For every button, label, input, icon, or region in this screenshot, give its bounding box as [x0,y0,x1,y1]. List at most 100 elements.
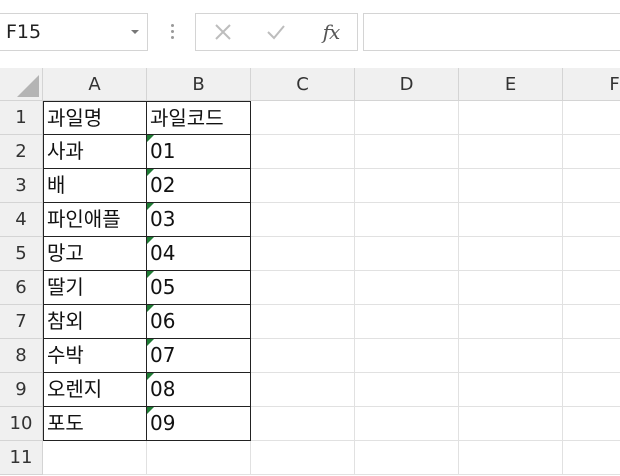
cell-f11[interactable] [563,441,620,475]
row-header-10[interactable]: 10 [0,407,43,441]
cell-a11[interactable] [43,441,147,475]
cell-d8[interactable] [355,339,459,373]
cell-a4[interactable]: 파인애플 [43,203,147,237]
cell-e6[interactable] [459,271,563,305]
cell-value: 09 [150,411,176,435]
cell-f8[interactable] [563,339,620,373]
more-options-icon[interactable] [168,24,176,42]
cell-f3[interactable] [563,169,620,203]
cell-f1[interactable] [563,101,620,135]
cell-d6[interactable] [355,271,459,305]
cell-a8[interactable]: 수박 [43,339,147,373]
cell-e9[interactable] [459,373,563,407]
cell-b8[interactable]: 07 [147,339,251,373]
cell-d4[interactable] [355,203,459,237]
cell-b1[interactable]: 과일코드 [147,101,251,135]
formula-input[interactable] [363,13,620,51]
cell-b3[interactable]: 02 [147,169,251,203]
select-all-button[interactable] [0,68,43,101]
cell-a9[interactable]: 오렌지 [43,373,147,407]
check-icon[interactable] [256,14,296,50]
cell-a2[interactable]: 사과 [43,135,147,169]
cell-d2[interactable] [355,135,459,169]
row-header-4[interactable]: 4 [0,203,43,237]
formula-bar: F15 fx [0,0,620,68]
cell-d5[interactable] [355,237,459,271]
cell-b4[interactable]: 03 [147,203,251,237]
row-header-9[interactable]: 9 [0,373,43,407]
cell-f4[interactable] [563,203,620,237]
cell-f9[interactable] [563,373,620,407]
cell-d1[interactable] [355,101,459,135]
cell-d7[interactable] [355,305,459,339]
cell-b5[interactable]: 04 [147,237,251,271]
cell-e11[interactable] [459,441,563,475]
chevron-down-icon[interactable] [131,30,139,34]
cell-c8[interactable] [251,339,355,373]
cell-e5[interactable] [459,237,563,271]
cell-c3[interactable] [251,169,355,203]
row-header-8[interactable]: 8 [0,339,43,373]
name-box[interactable]: F15 [0,13,148,51]
cell-e2[interactable] [459,135,563,169]
row-header-6[interactable]: 6 [0,271,43,305]
cell-f5[interactable] [563,237,620,271]
spreadsheet-grid: A B C D E F 1 2 3 4 5 6 7 8 9 10 11 과일명 … [0,68,620,476]
cell-f10[interactable] [563,407,620,441]
cell-f2[interactable] [563,135,620,169]
column-header-c[interactable]: C [251,68,355,101]
cell-a5[interactable]: 망고 [43,237,147,271]
cell-f6[interactable] [563,271,620,305]
select-all-icon [17,75,39,97]
cell-e10[interactable] [459,407,563,441]
row-header-1[interactable]: 1 [0,101,43,135]
row-header-5[interactable]: 5 [0,237,43,271]
cell-e7[interactable] [459,305,563,339]
row-header-11[interactable]: 11 [0,441,43,475]
cell-d3[interactable] [355,169,459,203]
row-header-2[interactable]: 2 [0,135,43,169]
cell-a6[interactable]: 딸기 [43,271,147,305]
insert-function-button[interactable]: fx [311,14,351,50]
cell-a1[interactable]: 과일명 [43,101,147,135]
cell-b10[interactable]: 09 [147,407,251,441]
row-header-3[interactable]: 3 [0,169,43,203]
cell-b11[interactable] [147,441,251,475]
column-header-a[interactable]: A [43,68,147,101]
cell-e3[interactable] [459,169,563,203]
cell-b2[interactable]: 01 [147,135,251,169]
column-header-d[interactable]: D [355,68,459,101]
cell-c6[interactable] [251,271,355,305]
cell-value: 06 [150,309,176,333]
error-indicator-icon [147,271,154,278]
cell-b6[interactable]: 05 [147,271,251,305]
cell-d11[interactable] [355,441,459,475]
cell-e1[interactable] [459,101,563,135]
column-header-e[interactable]: E [459,68,563,101]
close-icon[interactable] [203,14,243,50]
cell-c5[interactable] [251,237,355,271]
cell-a7[interactable]: 참외 [43,305,147,339]
cell-c4[interactable] [251,203,355,237]
column-header-f[interactable]: F [563,68,620,101]
row-header-7[interactable]: 7 [0,305,43,339]
cell-c11[interactable] [251,441,355,475]
cell-e8[interactable] [459,339,563,373]
column-header-b[interactable]: B [147,68,251,101]
cell-a10[interactable]: 포도 [43,407,147,441]
cell-value: 08 [150,377,176,401]
cell-b9[interactable]: 08 [147,373,251,407]
cell-c10[interactable] [251,407,355,441]
cell-c1[interactable] [251,101,355,135]
cell-c9[interactable] [251,373,355,407]
cell-b7[interactable]: 06 [147,305,251,339]
cell-value: 05 [150,275,176,299]
cell-f7[interactable] [563,305,620,339]
cell-d10[interactable] [355,407,459,441]
cell-a3[interactable]: 배 [43,169,147,203]
cell-e4[interactable] [459,203,563,237]
error-indicator-icon [147,407,154,414]
cell-c7[interactable] [251,305,355,339]
cell-c2[interactable] [251,135,355,169]
cell-d9[interactable] [355,373,459,407]
